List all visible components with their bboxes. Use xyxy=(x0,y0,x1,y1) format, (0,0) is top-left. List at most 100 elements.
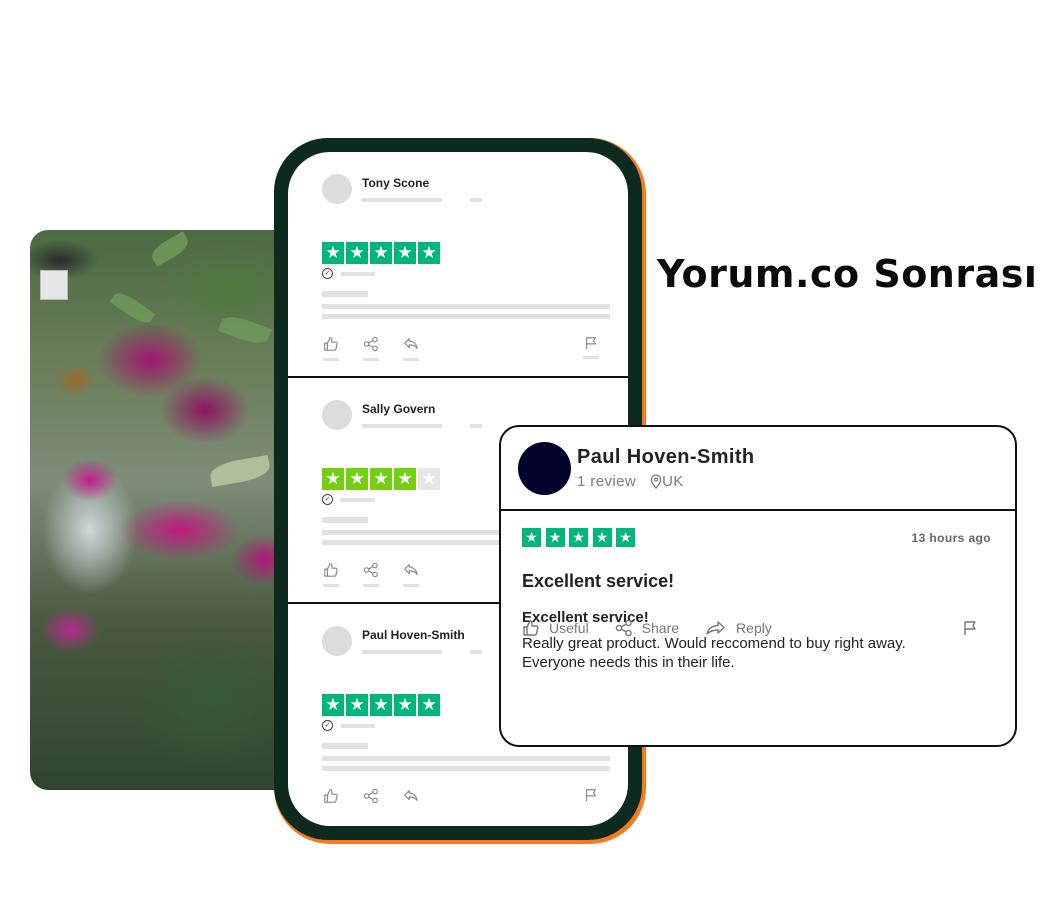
star-filled-icon: ★ xyxy=(616,528,635,547)
reply-button[interactable] xyxy=(402,562,420,587)
review-count: 1 review xyxy=(577,473,637,490)
reply-button[interactable]: Reply xyxy=(705,619,772,637)
location-pin-icon xyxy=(650,474,662,489)
star-filled-icon: ★ xyxy=(592,528,612,547)
skeleton-line xyxy=(470,424,482,428)
reply-icon xyxy=(404,564,418,576)
star-filled-icon: ★ xyxy=(322,242,344,264)
share-icon xyxy=(615,619,632,637)
thumbs-up-icon xyxy=(324,563,338,577)
flag-icon xyxy=(586,337,596,350)
plant-tag xyxy=(40,270,68,300)
skeleton-line xyxy=(322,517,368,523)
star-filled-icon: ★ xyxy=(322,694,344,716)
report-button[interactable] xyxy=(582,336,600,361)
skeleton-line xyxy=(322,743,368,749)
star-rating: ★ ★ ★ ★ ★ xyxy=(322,242,608,264)
useful-button[interactable] xyxy=(322,336,340,361)
review-text: Really great product. Would reccomend to… xyxy=(522,634,991,672)
thumbs-up-icon xyxy=(324,337,338,351)
page-headline: Yorum.co Sonrası xyxy=(657,252,1038,296)
skeleton-line xyxy=(323,358,339,361)
verified-check-icon: ✓ xyxy=(322,720,333,731)
reviewer-name: Sally Govern xyxy=(362,402,436,416)
star-filled-icon: ★ xyxy=(346,242,368,264)
reply-arrow-icon xyxy=(706,621,725,635)
reply-label: Reply xyxy=(736,620,772,636)
skeleton-line xyxy=(322,314,610,319)
share-icon xyxy=(363,788,378,804)
leaf-shape xyxy=(148,231,192,267)
review-actions: Useful Share Reply xyxy=(522,619,987,637)
leaf-shape xyxy=(218,312,272,348)
thumbs-up-icon xyxy=(324,789,338,803)
skeleton-line xyxy=(341,497,375,502)
skeleton-line xyxy=(362,650,442,654)
share-label: Share xyxy=(641,620,680,636)
skeleton-line xyxy=(322,304,610,309)
review-title: Excellent service! xyxy=(522,571,675,591)
avatar[interactable] xyxy=(518,441,571,495)
skeleton-line xyxy=(403,584,419,587)
skeleton-line xyxy=(362,198,442,202)
useful-button[interactable] xyxy=(322,788,340,804)
share-button[interactable] xyxy=(362,788,380,804)
skeleton-line xyxy=(322,756,610,761)
skeleton-line xyxy=(322,291,368,297)
skeleton-line xyxy=(403,358,419,361)
skeleton-line xyxy=(363,584,379,587)
reviewer-location: UK xyxy=(662,473,684,490)
star-filled-icon: ★ xyxy=(370,694,392,716)
leaf-shape xyxy=(109,288,156,328)
avatar-placeholder xyxy=(322,626,352,656)
share-button[interactable] xyxy=(362,336,380,361)
star-filled-icon: ★ xyxy=(394,694,416,716)
reply-icon xyxy=(404,790,418,802)
review-card: Paul Hoven-Smith 1 review UK ★ ★ ★ ★ ★ 13 ho… xyxy=(499,425,1017,747)
useful-button[interactable] xyxy=(322,562,340,587)
review-card-header: Paul Hoven-Smith 1 review UK xyxy=(501,427,1015,511)
share-icon xyxy=(363,562,378,578)
verified-check-icon: ✓ xyxy=(322,494,333,505)
reply-button[interactable] xyxy=(402,336,420,361)
verified-check-icon: ✓ xyxy=(322,268,333,279)
review-text-line: Everyone needs this in their life. xyxy=(522,654,735,671)
share-icon xyxy=(363,336,378,352)
star-rating: ★ ★ ★ ★ ★ xyxy=(522,528,640,547)
leaf-shape xyxy=(208,454,272,488)
avatar-placeholder xyxy=(322,400,352,430)
share-button[interactable] xyxy=(362,562,380,587)
star-filled-icon: ★ xyxy=(346,468,368,490)
star-filled-icon: ★ xyxy=(370,468,392,490)
star-filled-icon: ★ xyxy=(346,694,368,716)
skeleton-line xyxy=(583,356,599,359)
orchid-photo xyxy=(30,230,280,790)
star-filled-icon: ★ xyxy=(322,468,344,490)
star-empty-icon: ★ xyxy=(418,468,440,490)
star-filled-icon: ★ xyxy=(418,694,440,716)
reply-icon xyxy=(404,338,418,350)
star-filled-icon: ★ xyxy=(394,242,416,264)
skeleton-line xyxy=(322,766,610,771)
star-filled-icon: ★ xyxy=(545,528,565,547)
skeleton-line xyxy=(323,584,339,587)
useful-button[interactable]: Useful xyxy=(522,619,589,637)
skeleton-line xyxy=(341,271,375,276)
skeleton-line xyxy=(363,358,379,361)
review-time: 13 hours ago xyxy=(911,530,991,545)
share-button[interactable]: Share xyxy=(615,619,679,637)
reviewer-name[interactable]: Paul Hoven-Smith xyxy=(577,446,755,469)
phone-review-item: Tony Scone ★ ★ ★ ★ ★ ✓ xyxy=(288,152,628,378)
star-filled-icon: ★ xyxy=(569,528,588,547)
report-button[interactable] xyxy=(582,788,600,804)
skeleton-line xyxy=(470,198,482,202)
flag-icon xyxy=(586,789,596,802)
reviewer-name: Tony Scone xyxy=(362,176,430,190)
star-filled-icon: ★ xyxy=(370,242,392,264)
reply-button[interactable] xyxy=(402,788,420,804)
skeleton-line xyxy=(470,650,482,654)
avatar-placeholder xyxy=(322,174,352,204)
report-button[interactable] xyxy=(962,620,987,636)
skeleton-line xyxy=(362,424,442,428)
star-filled-icon: ★ xyxy=(522,528,541,547)
